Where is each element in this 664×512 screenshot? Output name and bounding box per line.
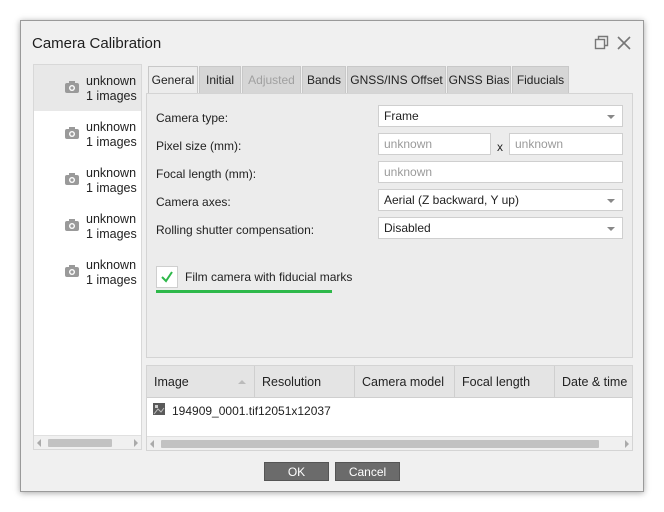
column-header-focal-length[interactable]: Focal length (455, 366, 555, 398)
camera-list-item[interactable]: unknown 1 images (34, 249, 141, 295)
camera-type-label: Camera type: (156, 111, 229, 125)
column-header-image[interactable]: Image (147, 366, 255, 398)
tab-gnss-ins-offset[interactable]: GNSS/INS Offset (347, 66, 446, 93)
scroll-right-icon[interactable] (134, 439, 138, 447)
camera-name: unknown (86, 74, 137, 88)
image-table-scrollbar[interactable] (147, 436, 632, 450)
tab-gnss-bias[interactable]: GNSS Bias (447, 66, 511, 93)
general-settings-panel: Camera type: Frame Pixel size (mm): unkn… (146, 93, 633, 358)
film-camera-checkbox[interactable] (156, 266, 178, 288)
tab-fiducials[interactable]: Fiducials (512, 66, 569, 93)
camera-list: unknown 1 images unknown 1 images unknow… (33, 64, 142, 450)
chevron-down-icon (607, 199, 615, 203)
scrollbar-thumb[interactable] (48, 439, 112, 447)
camera-icon (65, 81, 79, 93)
scroll-left-icon[interactable] (150, 440, 154, 448)
scrollbar-thumb[interactable] (161, 440, 599, 448)
camera-image-count: 1 images (86, 227, 137, 241)
camera-image-count: 1 images (86, 181, 137, 195)
camera-axes-label: Camera axes: (156, 195, 231, 209)
camera-list-item[interactable]: unknown 1 images (34, 65, 141, 111)
tab-adjusted: Adjusted (242, 66, 301, 93)
camera-list-scrollbar[interactable] (34, 435, 141, 449)
camera-icon (65, 219, 79, 231)
image-file-icon (153, 403, 165, 415)
image-filename: 194909_0001.tif (172, 404, 259, 418)
restore-window-icon (594, 35, 609, 50)
pixel-size-x-input[interactable]: unknown (378, 133, 491, 155)
cancel-button[interactable]: Cancel (335, 462, 400, 481)
camera-icon (65, 265, 79, 277)
camera-list-item[interactable]: unknown 1 images (34, 203, 141, 249)
chevron-down-icon (607, 115, 615, 119)
column-header-date-time[interactable]: Date & time (555, 366, 632, 398)
camera-icon (65, 173, 79, 185)
camera-name: unknown (86, 166, 137, 180)
camera-image-count: 1 images (86, 89, 137, 103)
image-resolution: 12051x12037 (258, 404, 331, 418)
camera-calibration-dialog: Camera Calibration unknown 1 images unkn… (20, 20, 644, 492)
camera-name: unknown (86, 258, 137, 272)
dialog-title: Camera Calibration (32, 35, 162, 52)
restore-window-button[interactable] (594, 35, 610, 51)
focal-length-input[interactable]: unknown (378, 161, 623, 183)
camera-type-select[interactable]: Frame (378, 105, 623, 127)
column-header-resolution[interactable]: Resolution (255, 366, 355, 398)
camera-image-count: 1 images (86, 135, 137, 149)
ok-button[interactable]: OK (264, 462, 329, 481)
close-button[interactable] (616, 35, 632, 51)
tab-general[interactable]: General (148, 66, 198, 94)
tab-initial[interactable]: Initial (199, 66, 241, 93)
column-header-camera-model[interactable]: Camera model (355, 366, 455, 398)
pixel-size-separator: x (497, 140, 503, 154)
rolling-shutter-select[interactable]: Disabled (378, 217, 623, 239)
close-icon (617, 36, 631, 50)
camera-list-item[interactable]: unknown 1 images (34, 111, 141, 157)
camera-name: unknown (86, 120, 137, 134)
rolling-shutter-label: Rolling shutter compensation: (156, 223, 315, 237)
focus-underline (156, 290, 332, 293)
sort-ascending-icon (238, 380, 246, 384)
focal-length-label: Focal length (mm): (156, 167, 257, 181)
pixel-size-y-input[interactable]: unknown (509, 133, 623, 155)
camera-name: unknown (86, 212, 137, 226)
camera-list-item[interactable]: unknown 1 images (34, 157, 141, 203)
pixel-size-label: Pixel size (mm): (156, 139, 242, 153)
table-row[interactable]: 194909_0001.tif 12051x12037 (147, 398, 632, 422)
image-table: Image Resolution Camera model Focal leng… (146, 365, 633, 451)
tab-bands[interactable]: Bands (302, 66, 346, 93)
scroll-left-icon[interactable] (37, 439, 41, 447)
checkmark-icon (161, 271, 173, 283)
camera-image-count: 1 images (86, 273, 137, 287)
scroll-right-icon[interactable] (625, 440, 629, 448)
chevron-down-icon (607, 227, 615, 231)
camera-axes-select[interactable]: Aerial (Z backward, Y up) (378, 189, 623, 211)
film-camera-label[interactable]: Film camera with fiducial marks (185, 270, 352, 284)
camera-icon (65, 127, 79, 139)
